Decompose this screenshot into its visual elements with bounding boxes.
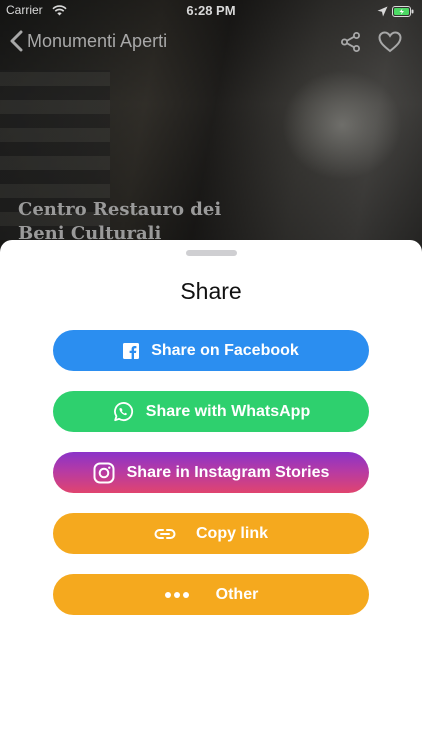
share-whatsapp-button[interactable]: Share with WhatsApp bbox=[53, 391, 369, 432]
clock: 6:28 PM bbox=[186, 3, 236, 18]
copy-link-label: Copy link bbox=[195, 524, 268, 542]
share-other-button[interactable]: Other bbox=[53, 574, 369, 615]
whatsapp-icon bbox=[112, 401, 134, 423]
share-instagram-label: Share in Instagram Stories bbox=[126, 463, 330, 481]
share-icon[interactable] bbox=[340, 31, 362, 58]
share-whatsapp-label: Share with WhatsApp bbox=[145, 402, 311, 420]
chevron-left-icon bbox=[10, 30, 23, 52]
share-other-label: Other bbox=[215, 585, 259, 603]
monument-title-line: Centro Restauro dei bbox=[18, 199, 222, 220]
share-facebook-label: Share on Facebook bbox=[151, 341, 299, 359]
location-icon bbox=[377, 5, 388, 20]
more-icon bbox=[164, 591, 190, 599]
back-button[interactable]: Monumenti Aperti bbox=[10, 30, 167, 52]
sheet-title: Share bbox=[180, 278, 242, 304]
navigation-bar: Monumenti Aperti bbox=[0, 28, 422, 60]
status-bar: Carrier 6:28 PM bbox=[0, 0, 422, 22]
copy-link-button[interactable]: Copy link bbox=[53, 513, 369, 554]
share-sheet: Share Share on Facebook Share with Whats… bbox=[0, 240, 422, 750]
link-icon bbox=[154, 528, 176, 540]
sheet-grabber[interactable] bbox=[186, 250, 237, 256]
heart-icon[interactable] bbox=[378, 31, 402, 58]
battery-icon bbox=[392, 5, 414, 20]
photo-detail bbox=[282, 70, 402, 180]
app-screen: Carrier 6:28 PM Monumenti Aperti Centro … bbox=[0, 0, 422, 750]
share-facebook-button[interactable]: Share on Facebook bbox=[53, 330, 369, 371]
facebook-icon bbox=[123, 342, 140, 359]
back-button-label: Monumenti Aperti bbox=[27, 30, 168, 51]
instagram-icon bbox=[93, 462, 115, 484]
monument-title: Centro Restauro dei Beni Culturali bbox=[18, 198, 278, 246]
share-instagram-button[interactable]: Share in Instagram Stories bbox=[53, 452, 369, 493]
